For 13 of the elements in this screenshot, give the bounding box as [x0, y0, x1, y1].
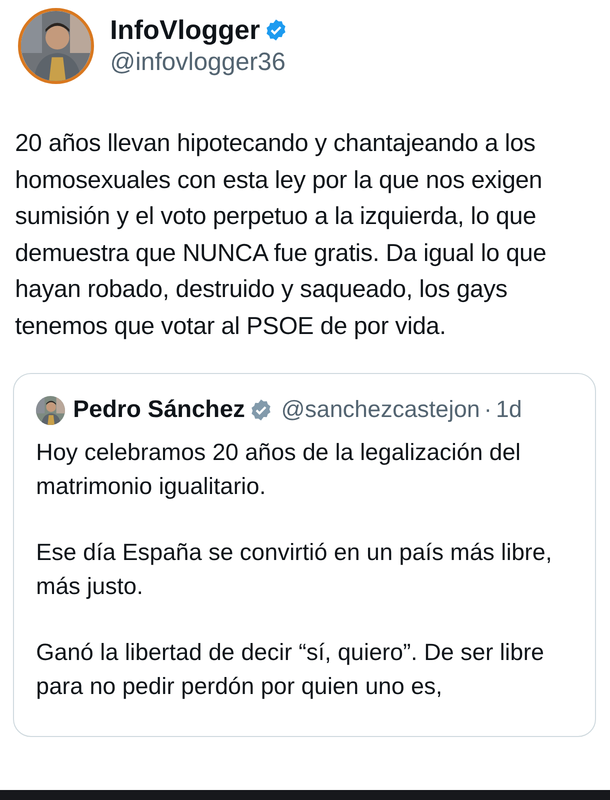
post-text: 20 años llevan hipotecando y chantajeando a los homosexuales con esta ley por la que nos exigen sumisión y el voto perpetuo a la izquierda, lo que demuestra que NUNCA fue gratis. Da igual lo que hayan robado, destruido y saqueado, los gays tenemos que votar al PSOE de por vida.: [15, 129, 548, 342]
author-name[interactable]: InfoVlogger: [110, 14, 260, 46]
quoted-text: Ese día España se convirtió en un país más libre, más justo.: [36, 538, 553, 601]
author-handle[interactable]: @infovlogger36: [110, 46, 288, 78]
quoted-text: Ganó la libertad de decir “sí, quiero”. De ser libre para no pedir perdón por quien uno es,: [36, 638, 546, 701]
author-name[interactable]: Pedro Sánchez: [73, 392, 246, 428]
post-time[interactable]: 1d: [496, 392, 522, 428]
separator: ·: [484, 395, 492, 424]
quoted-text: Hoy celebramos 20 años de la legalización del matrimonio igualitario.: [36, 438, 522, 501]
quoted-post-card[interactable]: [13, 373, 596, 737]
author-handle[interactable]: @sanchezcastejon: [281, 392, 480, 428]
avatar[interactable]: [18, 8, 94, 84]
avatar[interactable]: [36, 396, 65, 424]
